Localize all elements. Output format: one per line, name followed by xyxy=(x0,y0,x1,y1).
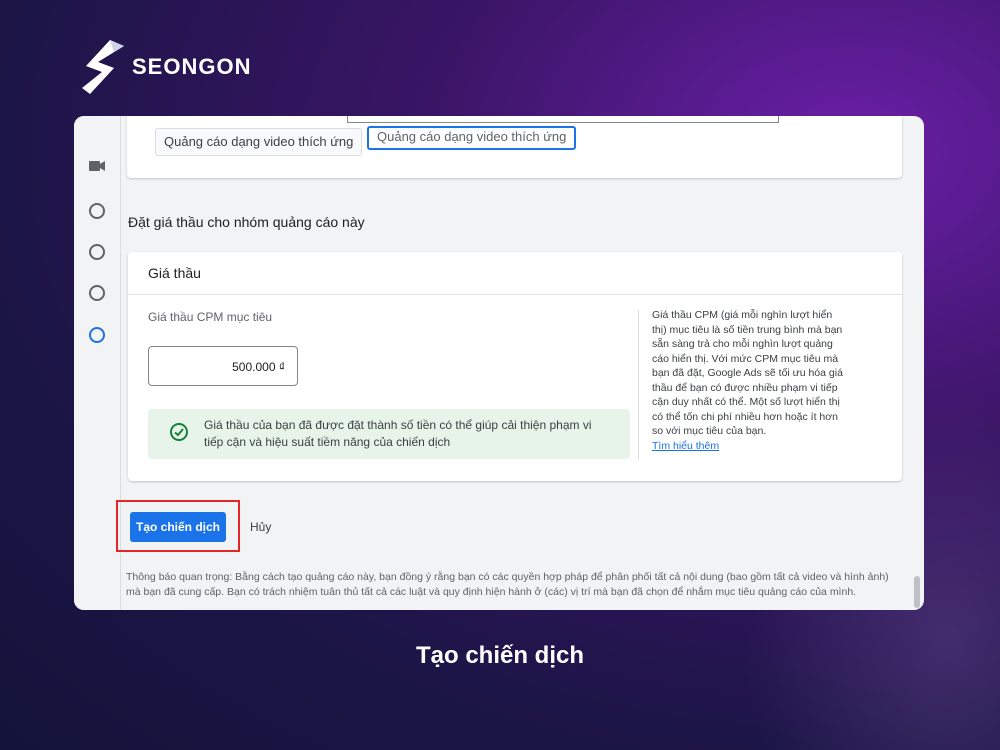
cancel-button[interactable]: Hủy xyxy=(250,520,271,534)
screenshot-panel: Quảng cáo dạng video thích ứng Quảng cáo… xyxy=(74,116,924,610)
create-campaign-button[interactable]: Tạo chiến dịch xyxy=(130,512,226,542)
format-preview-frame xyxy=(347,116,779,123)
main-content: Quảng cáo dạng video thích ứng Quảng cáo… xyxy=(116,116,924,610)
brand-logo: SEONGON xyxy=(80,38,251,96)
step-circle-icon[interactable] xyxy=(89,244,105,260)
bidding-section-title: Đặt giá thầu cho nhóm quảng cáo này xyxy=(128,214,365,230)
bid-card: Giá thầu Giá thầu CPM mục tiêu 500.000 ₫… xyxy=(128,252,902,481)
check-circle-icon xyxy=(170,423,188,441)
step-circle-icon[interactable] xyxy=(89,327,105,343)
caption: Tạo chiến dịch xyxy=(415,642,585,669)
step-circle-icon[interactable] xyxy=(89,285,105,301)
format-chip-selected[interactable]: Quảng cáo dạng video thích ứng xyxy=(367,126,577,150)
format-chip[interactable]: Quảng cáo dạng video thích ứng xyxy=(155,128,363,156)
step-rail xyxy=(74,116,121,610)
brand-name: SEONGON xyxy=(132,54,252,79)
learn-more-link[interactable]: Tìm hiểu thêm xyxy=(652,439,844,454)
legal-notice: Thông báo quan trọng: Bằng cách tạo quản… xyxy=(126,571,889,598)
help-panel: Giá thầu CPM (giá mỗi nghìn lượt hiển th… xyxy=(652,308,844,453)
video-camera-icon xyxy=(89,161,105,171)
bid-notice: Giá thầu của bạn đã được đặt thành số ti… xyxy=(148,409,630,459)
cpm-input[interactable]: 500.000 ₫ xyxy=(148,346,298,386)
divider xyxy=(638,310,639,460)
step-circle-icon[interactable] xyxy=(89,203,105,219)
help-text: Giá thầu CPM (giá mỗi nghìn lượt hiển th… xyxy=(652,309,843,437)
seongon-logo-icon xyxy=(82,40,124,94)
bid-notice-text: Giá thầu của bạn đã được đặt thành số ti… xyxy=(204,418,592,449)
bid-card-title: Giá thầu xyxy=(128,252,902,295)
ad-format-card: Quảng cáo dạng video thích ứng Quảng cáo… xyxy=(127,116,902,178)
scrollbar[interactable] xyxy=(914,576,920,608)
cpm-label: Giá thầu CPM mục tiêu xyxy=(148,310,273,324)
